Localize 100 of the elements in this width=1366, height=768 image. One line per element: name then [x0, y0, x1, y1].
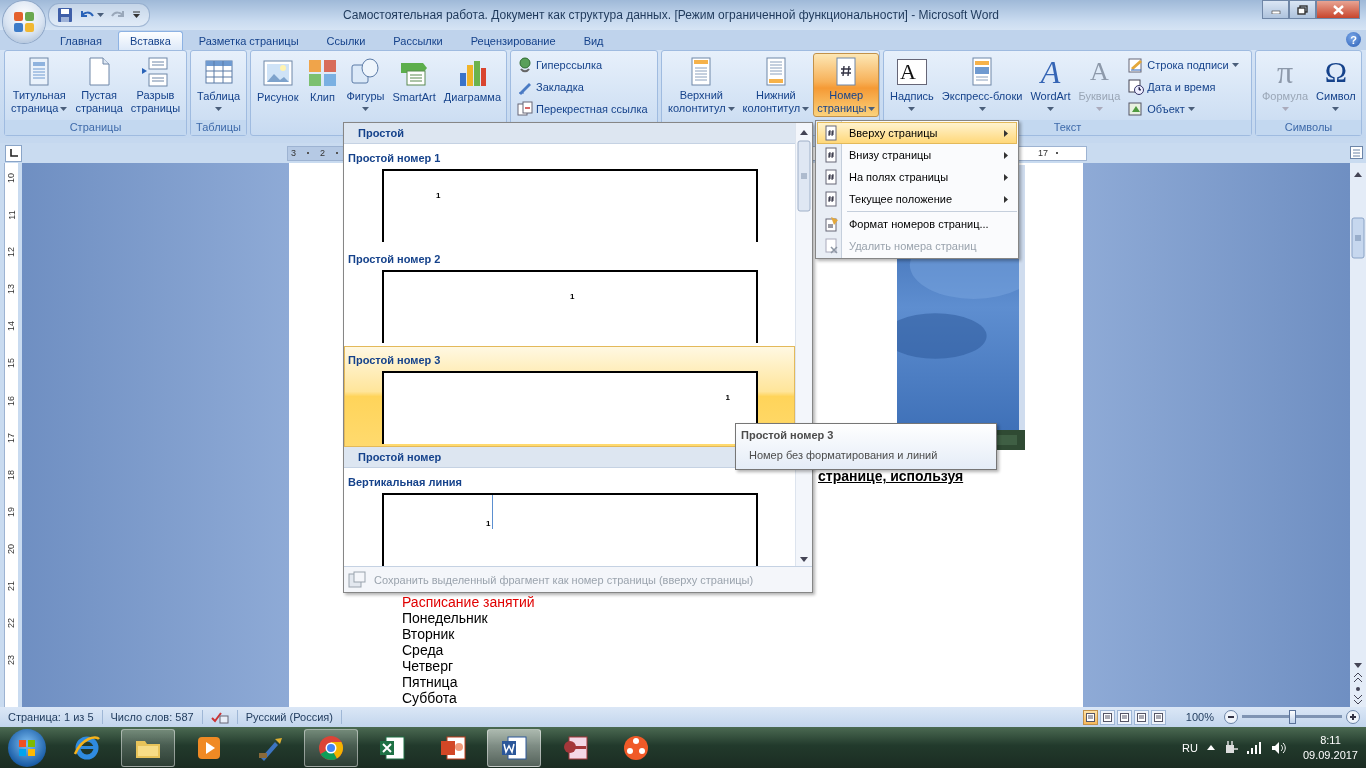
ribbon-button[interactable]: Номер страницы [813, 53, 880, 117]
view-button[interactable] [1099, 709, 1115, 725]
ruler-number: 19 [5, 506, 18, 517]
ribbon-tab[interactable]: Ссылки [314, 31, 378, 50]
plug-icon [1223, 740, 1238, 755]
zoom-in-button[interactable] [1346, 710, 1360, 724]
taskbar-button[interactable] [304, 728, 358, 767]
clock-time: 8:11 [1320, 732, 1341, 748]
document-text: Пятница [402, 674, 459, 690]
globe-link-icon [517, 57, 533, 73]
dropdown-arrow-icon [727, 106, 735, 111]
gallery-item[interactable]: Простой номер 1 1 [344, 144, 795, 245]
ribbon-tab[interactable]: Разметка страницы [186, 31, 311, 50]
page-number-icon [822, 169, 839, 185]
dropdown-arrow-icon [802, 106, 810, 111]
ribbon-button[interactable]: Строка подписи [1124, 54, 1243, 76]
ribbon-button[interactable]: Разрыв страницы [126, 53, 185, 117]
taskbar-button[interactable] [487, 728, 541, 767]
restore-button[interactable] [1289, 0, 1316, 19]
customize-toolbar-button[interactable] [132, 11, 141, 19]
menu-item[interactable]: Текущее положение [817, 188, 1017, 210]
ribbon-button[interactable]: Верхний колонтитул [664, 53, 739, 117]
ribbon-button[interactable]: Ω Символ [1312, 53, 1360, 117]
view-button[interactable] [1150, 709, 1166, 725]
vertical-line [492, 495, 493, 529]
ribbon-tab[interactable]: Рассылки [381, 31, 455, 50]
spell-check-icon [210, 710, 229, 724]
view-button[interactable] [1116, 709, 1132, 725]
ribbon-button[interactable]: Титульная страница [7, 53, 72, 117]
ribbon-button[interactable]: SmartArt [388, 53, 440, 117]
ruler-number: 10 [5, 173, 18, 183]
save-selection-icon [348, 570, 366, 589]
ruler-number: 11 [5, 210, 18, 220]
ribbon-button[interactable]: Клип [302, 53, 343, 117]
zoom-out-button[interactable] [1224, 710, 1238, 724]
ruler-number: 20 [5, 543, 18, 554]
ribbon-button[interactable]: Гиперссылка [513, 54, 652, 76]
tab-stop-icon [9, 149, 18, 157]
taskbar-button[interactable] [121, 728, 175, 767]
close-button[interactable] [1316, 0, 1360, 19]
document-text: странице, используя [818, 468, 965, 484]
zoom-level: 100% [1185, 711, 1214, 723]
office-button[interactable] [3, 1, 45, 43]
ribbon-button[interactable]: A WordArt [1026, 53, 1075, 117]
start-button[interactable] [8, 728, 46, 767]
dropdown-arrow-icon [1332, 106, 1340, 111]
ribbon-tab[interactable]: Вставка [117, 31, 183, 50]
page-number: 1 [486, 519, 491, 528]
tab-stop-button[interactable] [5, 144, 22, 162]
document-text: Среда [402, 642, 445, 658]
wordart-icon: A [1040, 57, 1061, 88]
gallery-item[interactable]: Простой номер 2 1 [344, 245, 795, 346]
menu-item[interactable]: На полях страницы [817, 166, 1017, 188]
ribbon-button[interactable]: Пустая страница [71, 53, 127, 117]
ribbon-button[interactable]: Объект [1124, 98, 1243, 120]
page-number: 1 [436, 190, 441, 200]
clip-art-icon [306, 57, 339, 89]
ribbon-tab[interactable]: Рецензирование [458, 31, 568, 50]
dropdown-arrow-icon [978, 106, 986, 111]
view-button[interactable] [1133, 709, 1149, 725]
save-button[interactable] [57, 7, 73, 23]
ruler-number: 2 [320, 148, 326, 158]
gallery-item[interactable]: Вертикальная линия 1 [344, 468, 795, 567]
ribbon-tab[interactable]: Главная [48, 31, 114, 50]
view-button[interactable] [1082, 709, 1098, 725]
ribbon-button[interactable]: Дата и время [1124, 76, 1243, 98]
dropdown-arrow-icon [908, 106, 916, 111]
document-text: Вторник [402, 626, 456, 642]
ribbon-button[interactable]: Диаграмма [439, 53, 506, 117]
ruler-number: 12 [5, 247, 18, 258]
dropdown-arrow-icon [1047, 106, 1054, 111]
ruler-number: 17 [1038, 148, 1048, 158]
submenu-arrow-icon [1004, 173, 1008, 181]
ribbon-button[interactable]: Нижний колонтитул [738, 53, 814, 117]
speaker-icon [1271, 741, 1286, 754]
menu-command: Сохранить выделенный фрагмент как номер страницы (вверху страницы) [374, 573, 754, 586]
dropdown-arrow-icon [215, 106, 223, 111]
plus-icon [1350, 714, 1356, 720]
ribbon-button[interactable]: Рисунок [253, 53, 303, 117]
ruler-number: 16 [5, 395, 18, 406]
page-number-icon [822, 191, 839, 207]
language-button[interactable]: Русский (Россия) [237, 710, 342, 724]
menu-item[interactable]: Формат номеров страниц... [817, 213, 1017, 235]
ribbon-button[interactable]: A Надпись [886, 53, 938, 117]
ribbon-button[interactable]: Таблица [193, 53, 245, 117]
menu-item[interactable]: Вверху страницы [817, 122, 1017, 144]
pi-icon: π [1276, 57, 1294, 88]
ribbon-button[interactable]: Закладка [513, 76, 652, 98]
ribbon-tab[interactable]: Вид [571, 31, 616, 50]
ribbon-button[interactable]: Фигуры [342, 53, 389, 117]
ruler-number: 3 [291, 148, 296, 158]
menu-item[interactable]: Внизу страницы [817, 144, 1017, 166]
language-indicator[interactable]: RU [1182, 741, 1198, 754]
window-title: Самостоятельная работа. Документ как структура данных. [Режим ограниченной функциональности] - Microsoft Word [341, 8, 1001, 22]
ruler-number: 22 [5, 618, 18, 629]
ribbon-button[interactable]: Перекрестная ссылка [513, 98, 652, 120]
view-ruler-button[interactable] [1350, 146, 1363, 159]
submenu-arrow-icon [1004, 129, 1008, 137]
object-icon [1128, 101, 1145, 117]
ribbon-button[interactable]: Экспресс-блоки [937, 53, 1027, 117]
